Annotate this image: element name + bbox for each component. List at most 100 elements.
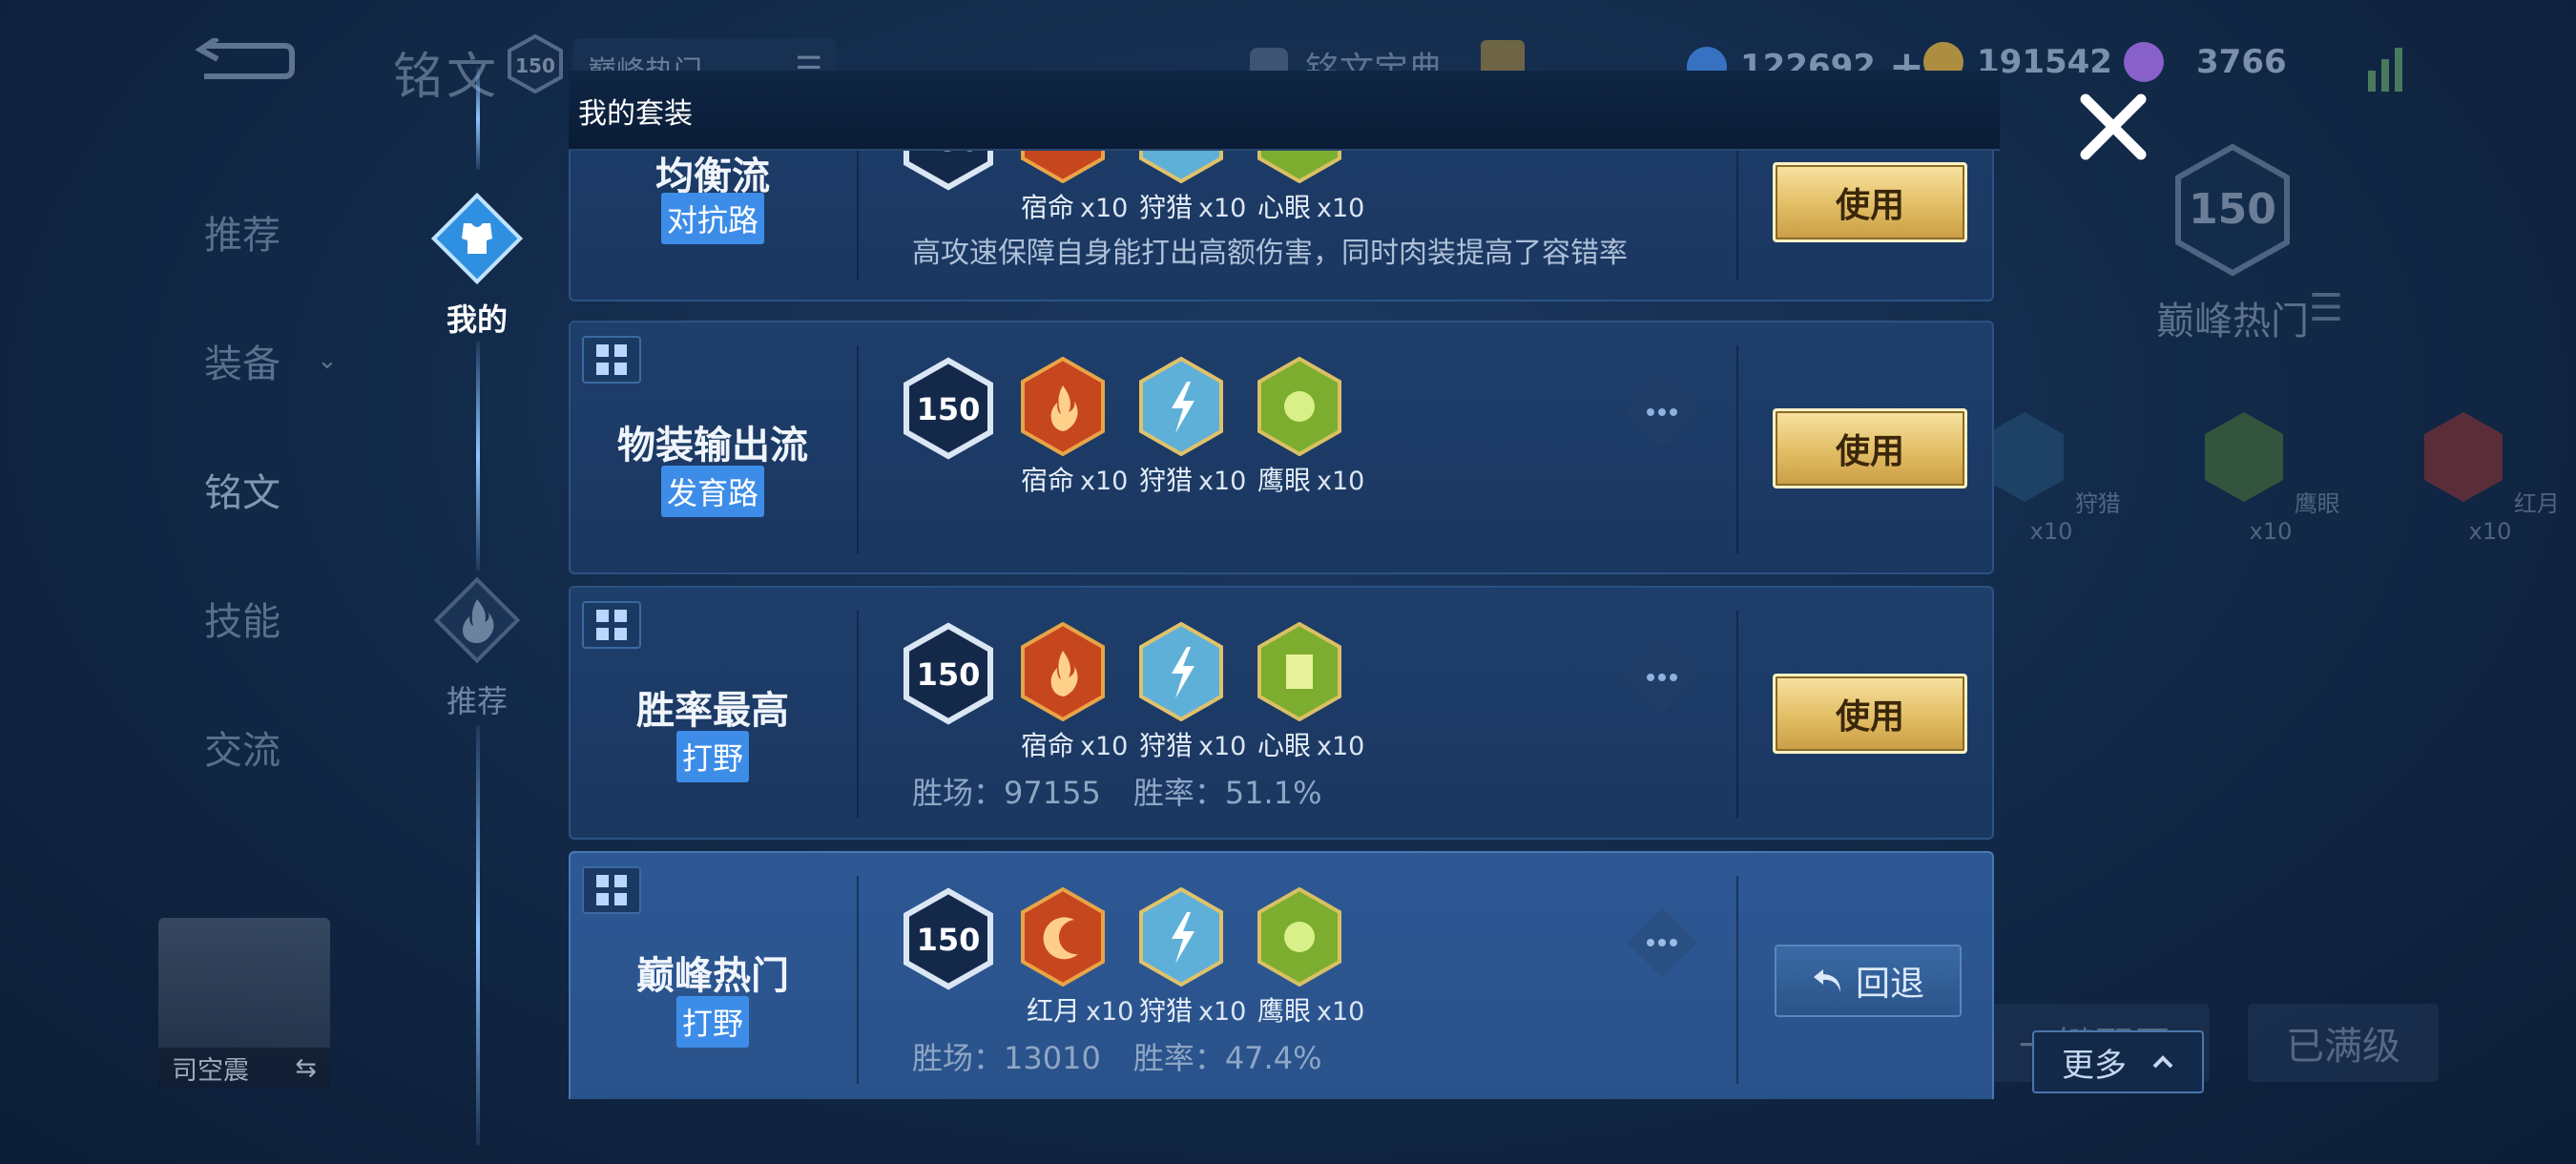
currency-value: 3766 [2196,43,2287,81]
svg-text:150: 150 [917,922,981,958]
nav-label: 铭文 [204,470,280,515]
nav-label: 技能 [204,599,280,644]
red-moon-rune-icon [2424,412,2503,502]
divider [857,611,859,819]
set-card-current: 巅峰热门 打野 150 红月 x10 狩猎 x10 鹰眼 x10 胜场：13010 胜率… [569,851,1994,1099]
hunt-rune-icon[interactable] [1137,151,1225,183]
strip-line [476,342,480,571]
use-set-button[interactable]: 使用 [1773,408,1967,488]
svg-text:150: 150 [917,391,981,427]
mind-eye-rune-icon[interactable] [1256,622,1343,721]
grid-icon[interactable] [582,601,641,649]
nav-item-skills[interactable]: 技能 [204,553,395,682]
more-options-icon[interactable] [1622,637,1702,717]
win-rate: 胜率：51.1% [1132,775,1322,811]
grid-icon[interactable] [582,336,641,384]
nav-item-equipment[interactable]: 装备 ⌄ [204,296,395,425]
strip-line [476,67,480,170]
nav-item-recommend[interactable]: 推荐 [204,167,395,296]
rune-label: 心眼 x10 [1257,192,1365,223]
red-moon-rune-icon[interactable] [1019,887,1107,987]
set-card: 物装输出流 发育路 150 宿命 x10 狩猎 x10 鹰眼 x10 使用 [569,321,1994,574]
level-hex-icon: 150 [904,357,993,460]
more-options-icon[interactable] [1622,372,1702,452]
nav-item-runes[interactable]: 铭文 [204,425,395,553]
use-set-button[interactable]: 使用 [1773,674,1967,754]
win-rate: 胜率：47.4% [1132,1040,1322,1076]
wins-count: 胜场：13010 [912,1040,1101,1076]
nav-item-community[interactable]: 交流 [204,682,395,811]
eagle-eye-rune-icon [2205,412,2284,502]
role-tag: 打野 [571,731,855,782]
strip-line [476,725,480,1145]
level-hex-icon: 150 [904,151,993,191]
set-stats: 胜场：97155 胜率：51.1% [912,769,1354,813]
current-set-runes: 狩猎x10 鹰眼x10 红月x10 [1965,410,2576,545]
eagle-eye-rune-icon[interactable] [1256,357,1343,456]
hunt-rune-icon[interactable] [1137,887,1225,987]
set-card: 胜率最高 打野 150 宿命 x10 狩猎 x10 心眼 x10 胜场：97155 胜率… [569,586,1994,840]
divider [857,151,859,281]
rune-label: 宿命 x10 [1021,730,1129,761]
hero-name-bar[interactable]: 司空震 ⇆ [158,1048,330,1088]
set-description: 高攻速保障自身能打出高额伤害，同时肉装提高了容错率 [912,237,1628,270]
tab-recommend[interactable]: 推荐 [420,572,534,721]
set-name: 物装输出流 [617,424,808,468]
grid-icon[interactable] [582,866,641,914]
more-options-icon[interactable] [1622,903,1702,983]
modal-title: 我的套装 [578,97,693,131]
max-level-button[interactable]: 已满级 [2248,1004,2439,1082]
set-source-tabs: 我的 推荐 [420,67,534,1145]
tab-mine[interactable]: 我的 [420,191,534,340]
wins-count: 胜场：97155 [912,775,1101,811]
divider [857,876,859,1084]
fate-rune-icon[interactable] [1019,357,1107,456]
set-list[interactable]: 均衡流 对抗路 150 宿命x10 狩猎x10 心眼x10 高攻速保障自身能打出… [569,151,1994,1099]
more-button[interactable]: 更多 [2032,1030,2204,1093]
eagle-eye-rune-icon[interactable] [1256,887,1343,987]
rune-label: 宿命 x10 [1021,465,1129,496]
currency-crystal: 3766 [2124,42,2287,82]
fate-rune-icon[interactable] [1019,151,1107,183]
bg-rune: 红月x10 [2404,410,2576,545]
back-arrow-icon[interactable] [191,38,296,84]
rune-label: 红月 x10 [1027,995,1134,1027]
list-icon: ☰ [2309,286,2343,330]
role-tag: 对抗路 [571,193,855,244]
revert-button[interactable]: 回退 [1775,945,1962,1017]
flame-icon [433,576,521,664]
rune-label: 狩猎 x10 [1139,730,1247,761]
chevron-down-icon: ⌄ [317,345,338,375]
set-name: 胜率最高 [636,689,789,733]
swap-icon: ⇆ [295,1052,317,1083]
nav-label: 装备 [204,342,280,386]
hunt-rune-icon[interactable] [1137,622,1225,721]
divider [1736,151,1738,281]
rune-label: 狩猎 x10 [1139,465,1247,496]
level-hex-icon: 150 [904,622,993,725]
nav-label: 推荐 [204,213,280,258]
tab-label: 我的 [446,301,508,338]
mind-eye-rune-icon[interactable] [1256,151,1343,183]
fate-rune-icon[interactable] [1019,622,1107,721]
set-name: 巅峰热门 [636,954,789,998]
revert-label: 回退 [1855,965,1924,1004]
level-hex-icon: 150 [904,887,993,990]
close-icon[interactable] [2072,86,2154,168]
tab-label: 推荐 [446,683,508,719]
bg-rune: 鹰眼x10 [2185,410,2357,545]
category-nav: 推荐 装备 ⌄ 铭文 技能 交流 [204,167,395,811]
current-set-label: 巅峰热门 [2156,300,2309,343]
rune-label: 鹰眼 x10 [1257,465,1365,496]
rune-label: 狩猎 x10 [1139,192,1247,223]
svg-text:150: 150 [917,151,981,158]
divider [1736,611,1738,819]
signal-icon [2368,48,2402,92]
use-set-button[interactable]: 使用 [1773,162,1967,242]
current-set-panel: 150 巅峰热门 [2061,143,2404,345]
svg-text:150: 150 [2189,185,2276,234]
svg-text:150: 150 [917,656,981,693]
hero-name: 司空震 [172,1055,249,1086]
hunt-rune-icon[interactable] [1137,357,1225,456]
role-tag: 打野 [571,996,855,1048]
